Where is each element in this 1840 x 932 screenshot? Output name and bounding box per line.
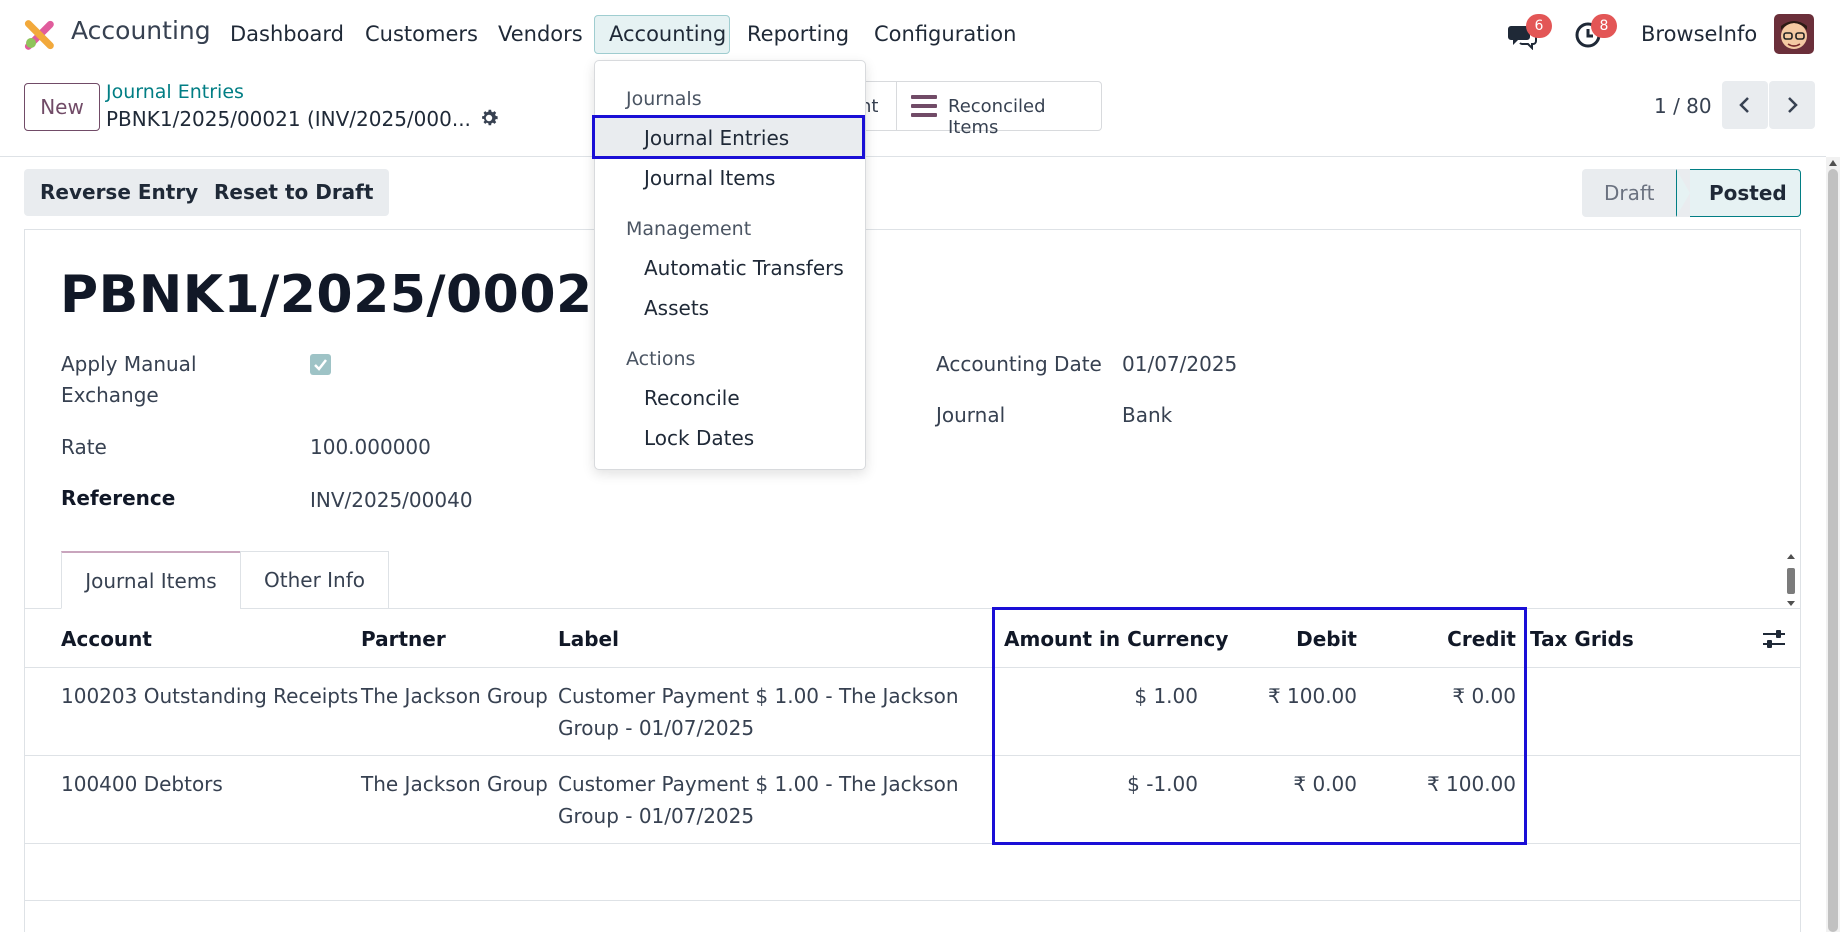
nav-vendors[interactable]: Vendors: [498, 22, 583, 46]
status-posted[interactable]: Posted: [1676, 169, 1801, 217]
page-scrollbar[interactable]: [1826, 157, 1840, 932]
tab-journal-items[interactable]: Journal Items: [61, 551, 241, 609]
apply-manual-exchange-label: Apply Manual: [61, 352, 197, 376]
journal-label: Journal: [936, 403, 1006, 427]
row-label-line2: Group - 01/07/2025: [558, 716, 755, 740]
row-partner: The Jackson Group: [361, 772, 548, 796]
row-partner: The Jackson Group: [361, 684, 548, 708]
row-account: 100203 Outstanding Receipts: [61, 684, 359, 708]
pager-previous-button[interactable]: [1722, 81, 1768, 129]
list-icon: [911, 95, 937, 117]
accounting-date-value[interactable]: 01/07/2025: [1122, 352, 1237, 376]
header-row-divider: [24, 667, 1801, 668]
user-avatar[interactable]: [1774, 14, 1814, 54]
journal-value[interactable]: Bank: [1122, 403, 1172, 427]
pager-value[interactable]: 1 / 80: [1654, 94, 1712, 118]
smart-button-reconciled-label: Reconciled Items: [948, 96, 1046, 138]
menu-item-assets[interactable]: Assets: [644, 296, 709, 320]
menu-item-automatic-transfers[interactable]: Automatic Transfers: [644, 256, 844, 280]
highlight-journal-entries: [592, 115, 865, 159]
menu-item-journal-items[interactable]: Journal Items: [644, 166, 775, 190]
user-name[interactable]: BrowseInfo: [1641, 22, 1757, 46]
apply-manual-exchange-label-2: Exchange: [61, 383, 159, 407]
row-divider: [24, 900, 1801, 901]
scroll-up-arrow-icon: [1829, 160, 1837, 166]
messages-badge: 6: [1526, 14, 1552, 38]
breadcrumb-current-record: PBNK1/2025/00021 (INV/2025/000...: [106, 107, 471, 131]
optional-columns-sliders-icon[interactable]: [1762, 628, 1786, 650]
column-label[interactable]: Label: [558, 627, 619, 651]
tab-other-info[interactable]: Other Info: [240, 551, 389, 609]
nav-reporting[interactable]: Reporting: [747, 22, 849, 46]
chevron-left-icon: [1739, 97, 1749, 113]
tabs-scrollbar[interactable]: [1784, 552, 1798, 608]
status-draft[interactable]: Draft: [1582, 169, 1682, 217]
app-name[interactable]: Accounting: [71, 16, 211, 45]
status-pipeline: Draft Posted: [1582, 169, 1801, 217]
nav-accounting[interactable]: Accounting: [594, 15, 730, 54]
reset-to-draft-button[interactable]: Reset to Draft: [198, 169, 390, 216]
menu-item-lock-dates[interactable]: Lock Dates: [644, 426, 754, 450]
smart-button-reconciled-items[interactable]: Reconciled Items: [896, 81, 1102, 138]
column-partner[interactable]: Partner: [361, 627, 446, 651]
reference-label: Reference: [61, 486, 176, 510]
row-label-line1: Customer Payment $ 1.00 - The Jackson: [558, 684, 959, 708]
rate-value[interactable]: 100.000000: [310, 435, 431, 459]
app-logo-icon[interactable]: [22, 18, 56, 52]
row-label-line2: Group - 01/07/2025: [558, 804, 755, 828]
check-icon: [314, 359, 327, 371]
gear-icon[interactable]: [478, 107, 500, 129]
column-account[interactable]: Account: [61, 627, 152, 651]
nav-dashboard[interactable]: Dashboard: [230, 22, 344, 46]
highlight-amount-columns: [992, 607, 1527, 845]
column-tax-grids[interactable]: Tax Grids: [1530, 627, 1634, 651]
row-account: 100400 Debtors: [61, 772, 223, 796]
nav-customers[interactable]: Customers: [365, 22, 478, 46]
accounting-date-label: Accounting Date: [936, 352, 1102, 376]
row-divider: [24, 843, 1801, 844]
reference-value[interactable]: INV/2025/00040: [310, 488, 473, 512]
row-divider: [24, 755, 1801, 756]
new-button[interactable]: New: [24, 83, 100, 131]
record-title: PBNK1/2025/00021: [60, 265, 630, 325]
dropdown-section-actions: Actions: [626, 348, 696, 370]
breadcrumb-journal-entries[interactable]: Journal Entries: [106, 81, 244, 103]
dropdown-section-management: Management: [626, 218, 752, 240]
page-scrollbar-thumb[interactable]: [1828, 169, 1838, 932]
control-panel-divider: [0, 156, 1826, 157]
rate-label: Rate: [61, 435, 107, 459]
menu-item-reconcile[interactable]: Reconcile: [644, 386, 740, 410]
pager-next-button[interactable]: [1769, 81, 1815, 129]
nav-accounting-label: Accounting: [609, 22, 727, 46]
chevron-right-icon: [1788, 97, 1798, 113]
reverse-entry-button[interactable]: Reverse Entry: [24, 169, 215, 216]
row-label-line1: Customer Payment $ 1.00 - The Jackson: [558, 772, 959, 796]
top-navbar: Accounting Dashboard Customers Vendors A…: [0, 0, 1840, 68]
apply-manual-exchange-checkbox[interactable]: [310, 354, 331, 375]
dropdown-section-journals: Journals: [626, 88, 702, 110]
activities-badge: 8: [1591, 14, 1617, 38]
nav-configuration[interactable]: Configuration: [874, 22, 1016, 46]
